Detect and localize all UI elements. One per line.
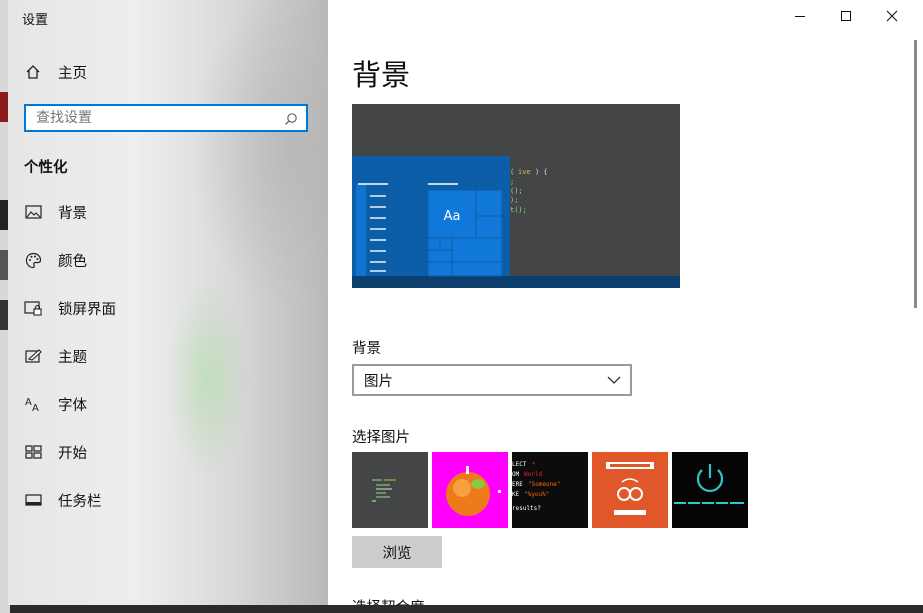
picture-thumb-2[interactable] — [432, 452, 508, 528]
sidebar-item-label: 字体 — [58, 397, 87, 414]
background-label: 背景 — [352, 341, 381, 357]
svg-text:results?: results? — [512, 505, 541, 512]
section-title: 个性化 — [24, 160, 68, 176]
picture-thumb-5[interactable] — [672, 452, 748, 528]
sidebar-item-lock-screen[interactable]: 锁屏界面 — [8, 286, 328, 330]
sidebar-item-start[interactable]: 开始 — [8, 430, 328, 474]
svg-text:;: ; — [510, 178, 514, 186]
window-title: 设置 — [22, 13, 49, 28]
search-input[interactable] — [26, 106, 276, 130]
background-type-select[interactable]: 图片 — [352, 364, 632, 396]
picture-thumb-4[interactable] — [592, 452, 668, 528]
svg-text:) {: ) { — [535, 168, 548, 176]
programmer-thumbnail — [606, 462, 654, 515]
svg-text:();: (); — [510, 187, 523, 195]
picture-thumb-3[interactable]: LECT * OM World ERE "Someone" KE "%you%" res… — [512, 452, 588, 528]
search-box[interactable] — [24, 104, 308, 132]
sidebar-item-taskbar[interactable]: 任务栏 — [8, 478, 328, 522]
taskbar-icon — [24, 491, 42, 509]
sidebar-item-label: 开始 — [58, 445, 87, 462]
sidebar: 设置 主页 个性化 背景 颜色 — [8, 0, 328, 605]
sidebar-item-label: 主题 — [58, 349, 87, 366]
sidebar-item-label: 背景 — [58, 205, 87, 222]
scrollbar[interactable] — [914, 40, 917, 308]
sidebar-item-label: 任务栏 — [58, 493, 102, 510]
sidebar-item-fonts[interactable]: AA 字体 — [8, 382, 328, 426]
background-type-value: 图片 — [364, 373, 393, 390]
svg-text:ERE: ERE — [512, 481, 523, 488]
background-preview: ( ive ) { ; (); ); t(); Aa — [352, 104, 680, 288]
svg-text:World: World — [524, 471, 542, 478]
svg-text:A: A — [25, 397, 32, 408]
svg-text:ive: ive — [518, 168, 531, 176]
settings-window: 设置 主页 个性化 背景 颜色 — [8, 0, 923, 605]
page-title: 背景 — [352, 58, 411, 92]
picture-icon — [24, 203, 42, 221]
chevron-down-icon — [606, 372, 622, 392]
choose-picture-label: 选择图片 — [352, 430, 410, 446]
preview-desktop-image: ( ive ) { ; (); ); t(); Aa — [352, 104, 680, 288]
preview-tile-text: Aa — [444, 209, 461, 224]
theme-icon — [24, 347, 42, 365]
svg-text:*: * — [532, 461, 536, 468]
palette-icon — [24, 251, 42, 269]
home-icon — [24, 63, 42, 81]
maximize-button[interactable] — [823, 0, 869, 32]
sidebar-item-label: 锁屏界面 — [58, 301, 116, 318]
sidebar-item-home[interactable]: 主页 — [8, 50, 328, 94]
svg-text:);: ); — [510, 196, 518, 204]
svg-text:LECT: LECT — [512, 461, 527, 468]
sidebar-item-colors[interactable]: 颜色 — [8, 238, 328, 282]
svg-text:"Someone": "Someone" — [528, 481, 561, 488]
lock-screen-icon — [24, 299, 42, 317]
picture-thumb-1[interactable] — [352, 452, 428, 528]
browse-button[interactable]: 浏览 — [352, 536, 442, 568]
minimize-button[interactable] — [777, 0, 823, 32]
close-button[interactable] — [869, 0, 915, 32]
svg-text:"%you%": "%you%" — [524, 491, 549, 498]
pixel-apple-thumbnail — [446, 466, 501, 516]
sql-thumbnail: LECT * OM World ERE "Someone" KE "%you%" res… — [512, 461, 561, 512]
sidebar-item-label: 主页 — [58, 65, 87, 82]
svg-text:(: ( — [510, 168, 514, 176]
power-symbol-thumbnail — [674, 464, 744, 504]
choose-fit-label: 选择契合度 — [352, 596, 425, 605]
sidebar-item-themes[interactable]: 主题 — [8, 334, 328, 378]
code-thumbnail — [372, 479, 396, 502]
svg-text:OM: OM — [512, 471, 520, 478]
svg-text:t();: t(); — [510, 206, 527, 214]
svg-text:A: A — [32, 403, 39, 412]
search-icon[interactable] — [284, 111, 298, 130]
svg-text:KE: KE — [512, 491, 520, 498]
start-icon — [24, 443, 42, 461]
font-icon: AA — [24, 395, 42, 413]
sidebar-item-background[interactable]: 背景 — [8, 190, 328, 234]
sidebar-item-label: 颜色 — [58, 253, 87, 270]
